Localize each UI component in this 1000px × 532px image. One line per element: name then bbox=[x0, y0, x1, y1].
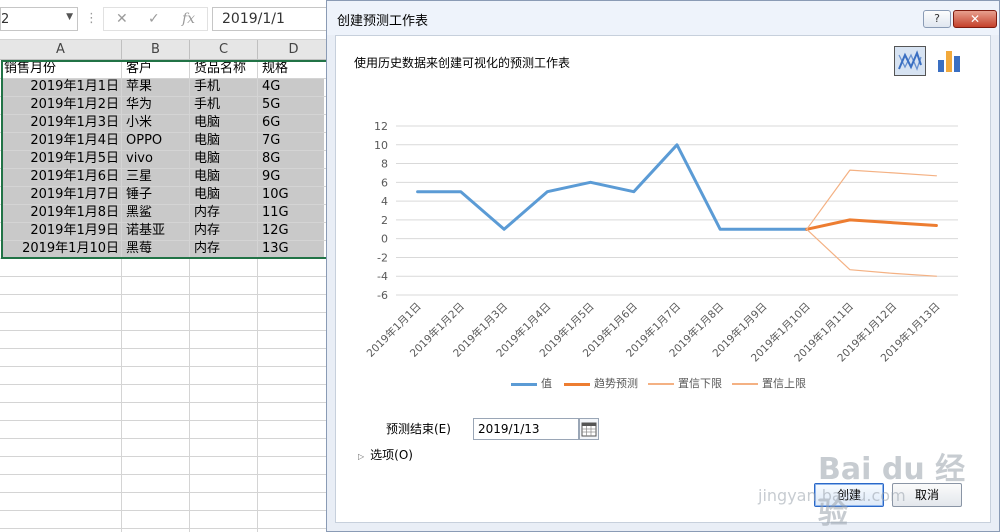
formula-buttons: ✕ ✓ fx bbox=[103, 7, 208, 31]
y-tick-label: -6 bbox=[377, 289, 388, 302]
forecast-end-label: 预测结束(E) bbox=[386, 422, 451, 436]
formula-input[interactable]: 2019/1/1 bbox=[212, 7, 342, 31]
grid-row-line bbox=[0, 294, 330, 295]
column-header-a[interactable]: A bbox=[0, 40, 122, 60]
calendar-button[interactable] bbox=[579, 418, 599, 440]
y-tick-label: 10 bbox=[374, 139, 388, 152]
formula-value: 2019/1/1 bbox=[222, 11, 285, 27]
legend-swatch bbox=[648, 383, 674, 385]
series-line-1 bbox=[805, 218, 938, 231]
help-button[interactable]: ? bbox=[923, 10, 951, 28]
column-header-d[interactable]: D bbox=[258, 40, 330, 60]
selection-border bbox=[1, 60, 329, 259]
name-box-value: 2 bbox=[1, 12, 10, 27]
grid-row-line bbox=[0, 438, 330, 439]
options-expander[interactable]: ▷ 选项(O) bbox=[358, 446, 413, 463]
legend-swatch bbox=[511, 383, 537, 386]
legend-label: 值 bbox=[541, 377, 552, 390]
grid-row-line bbox=[0, 456, 330, 457]
grid-row-line bbox=[0, 384, 330, 385]
column-header-b[interactable]: B bbox=[122, 40, 190, 60]
grid-row-line bbox=[0, 276, 330, 277]
grid-row-line bbox=[0, 366, 330, 367]
grid-row-line bbox=[0, 348, 330, 349]
chevron-down-icon[interactable]: ▼ bbox=[66, 12, 73, 22]
name-box[interactable]: 2 ▼ bbox=[0, 7, 78, 31]
grid-row-line bbox=[0, 474, 330, 475]
grid-row-line bbox=[0, 492, 330, 493]
series-line-0 bbox=[416, 143, 809, 231]
legend-label: 置信上限 bbox=[762, 377, 806, 390]
forecast-end-value: 2019/1/13 bbox=[478, 422, 540, 436]
grid-row-line bbox=[0, 420, 330, 421]
legend-swatch bbox=[564, 383, 590, 386]
forecast-chart: 121086420-2-4-62019年1月1日2019年1月2日2019年1月… bbox=[364, 120, 958, 364]
column-chart-type-button[interactable] bbox=[934, 46, 964, 76]
y-tick-label: 4 bbox=[381, 195, 388, 208]
grid-row-line bbox=[0, 510, 330, 511]
y-tick-label: 2 bbox=[381, 214, 388, 227]
grid-row-line bbox=[0, 312, 330, 313]
line-chart-type-button[interactable] bbox=[894, 46, 926, 76]
grid-row-line bbox=[0, 330, 330, 331]
y-tick-label: -4 bbox=[377, 270, 388, 283]
y-tick-label: 0 bbox=[381, 233, 388, 246]
dialog-subtitle: 使用历史数据来创建可视化的预测工作表 bbox=[354, 56, 571, 70]
forecast-end-input[interactable]: 2019/1/13 bbox=[473, 418, 579, 440]
watermark-url: jingyan.baidu.com bbox=[758, 486, 906, 505]
expand-triangle-icon: ▷ bbox=[358, 452, 365, 461]
grid-row-line bbox=[0, 528, 330, 529]
y-tick-label: 6 bbox=[381, 176, 388, 189]
column-header-c[interactable]: C bbox=[190, 40, 258, 60]
legend-label: 置信下限 bbox=[678, 377, 722, 390]
line-chart-icon bbox=[898, 50, 922, 71]
legend-label: 趋势预测 bbox=[594, 377, 638, 390]
grid-row-line bbox=[0, 402, 330, 403]
more-icon: ⋮ bbox=[85, 11, 98, 26]
confirm-icon[interactable]: ✓ bbox=[148, 11, 160, 27]
calendar-icon bbox=[581, 422, 597, 437]
options-label: 选项(O) bbox=[370, 448, 413, 462]
function-icon[interactable]: fx bbox=[182, 11, 195, 27]
series-line-2 bbox=[806, 228, 938, 277]
y-tick-label: 12 bbox=[374, 120, 388, 133]
y-tick-label: 8 bbox=[381, 158, 388, 171]
close-button[interactable]: ✕ bbox=[953, 10, 997, 28]
dialog-title-bar[interactable]: 创建预测工作表 ? ✕ bbox=[327, 1, 999, 35]
spreadsheet-grid[interactable]: 销售月份 客户 货品名称 规格 2019年1月1日 苹果 手机 4G 2019年1月2日 华为 手机… bbox=[0, 60, 330, 532]
chart-legend: 值 趋势预测 置信下限 置信上限 bbox=[336, 376, 992, 392]
legend-swatch bbox=[732, 383, 758, 385]
baidu-watermark: Bai du 经验 jingyan.baidu.com bbox=[758, 440, 988, 531]
dialog-title: 创建预测工作表 bbox=[337, 14, 429, 29]
column-headers: A B C D bbox=[0, 40, 330, 60]
column-chart-icon bbox=[938, 51, 960, 72]
cancel-icon[interactable]: ✕ bbox=[116, 11, 128, 27]
y-tick-label: -2 bbox=[377, 251, 388, 264]
